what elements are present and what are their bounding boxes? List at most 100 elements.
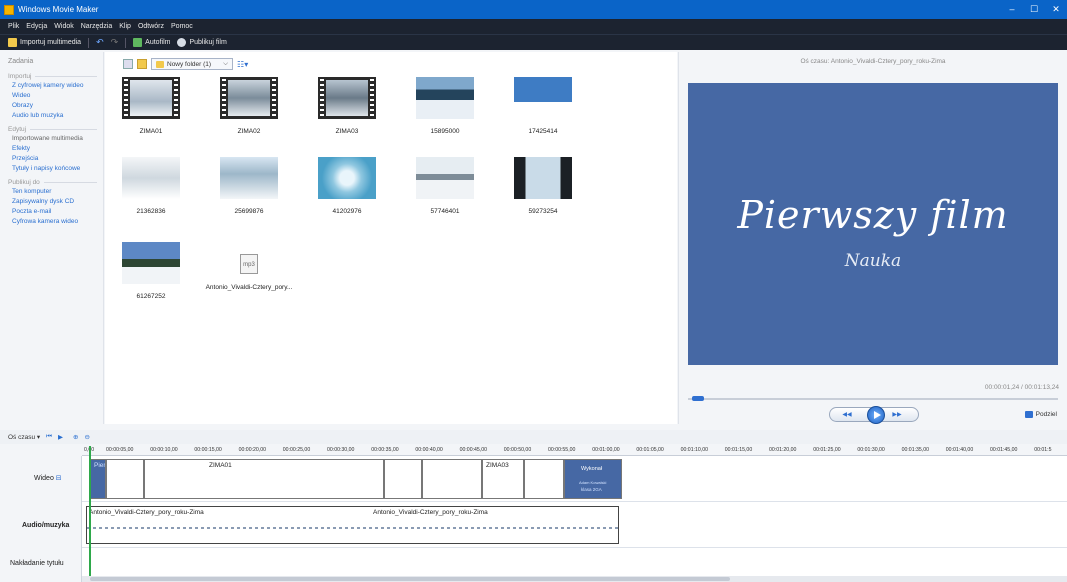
maximize-button[interactable]: ☐	[1023, 4, 1045, 15]
ruler-tick-label: 00:00:45,00	[459, 447, 487, 453]
task-link-dv-camera[interactable]: Cyfrowa kamera wideo	[12, 218, 103, 226]
media-item-label: 21362836	[136, 208, 166, 215]
undo-button[interactable]: ↶	[96, 37, 104, 48]
close-button[interactable]: ✕	[1045, 4, 1067, 15]
task-link-video[interactable]: Wideo	[12, 92, 103, 100]
publish-movie-label: Publikuj film	[189, 39, 227, 46]
rewind-timeline-icon[interactable]: ⏮	[46, 433, 52, 441]
time-ruler[interactable]: 0,0000:00:05,0000:00:10,0000:00:15,0000:…	[82, 446, 1067, 456]
task-link-this-computer[interactable]: Ten komputer	[12, 188, 103, 196]
audio-waveform	[87, 527, 618, 529]
media-item[interactable]: 17425414	[512, 77, 574, 135]
clip-label-3: klasa 2GA	[581, 487, 602, 492]
minimize-button[interactable]: –	[1001, 4, 1023, 15]
menu-file[interactable]: Plik	[8, 23, 19, 30]
title-clip[interactable]: Pier	[90, 459, 106, 499]
collection-pane: Nowy folder (1) ⌵ ☷▾ ZIMA01 ZIMA02 ZIMA0…	[105, 52, 677, 424]
task-link-audio[interactable]: Audio lub muzyka	[12, 112, 103, 120]
media-item[interactable]: 15895000	[414, 77, 476, 135]
ruler-tick-label: 00:00:15,00	[194, 447, 222, 453]
zoom-in-icon[interactable]: ⊕	[73, 433, 78, 441]
media-item[interactable]: mp3 Antonio_Vivaldi-Cztery_pory...	[203, 242, 295, 291]
view-options-icon[interactable]: ☷▾	[237, 60, 248, 69]
playhead[interactable]	[89, 446, 91, 582]
publish-movie-button[interactable]: Publikuj film	[177, 38, 227, 47]
video-clip[interactable]: ZIMA03	[482, 459, 524, 499]
menu-help[interactable]: Pomoc	[171, 23, 193, 30]
track-labels: Wideo ⊟ Audio/muzyka Nakładanie tytułu	[0, 456, 82, 582]
ruler-tick-label: 00:01:25,00	[813, 447, 841, 453]
scrollbar-thumb[interactable]	[90, 577, 730, 581]
task-link-images[interactable]: Obrazy	[12, 102, 103, 110]
split-button[interactable]: Podziel	[1024, 411, 1057, 418]
task-group-publish[interactable]: Publikuj do	[8, 179, 103, 186]
audio-clip-label-2: Antonio_Vivaldi-Cztery_pory_roku-Zima	[373, 509, 488, 516]
menu-play[interactable]: Odtwórz	[138, 23, 164, 30]
expand-icon[interactable]: ⊟	[56, 475, 62, 482]
split-label: Podziel	[1035, 411, 1057, 418]
preview-subtitle-text: Nauka	[844, 251, 902, 271]
clip-thumbnail	[423, 460, 481, 498]
menu-view[interactable]: Widok	[54, 23, 73, 30]
video-clip[interactable]: ZIMA01	[144, 459, 384, 499]
media-item[interactable]: 61267252	[120, 242, 182, 300]
ruler-tick-label: 00:01:35,00	[901, 447, 929, 453]
image-thumbnail	[514, 157, 572, 199]
menu-tools[interactable]: Narzędzia	[81, 23, 113, 30]
media-item[interactable]: 21362836	[120, 157, 182, 215]
image-clip[interactable]	[106, 459, 144, 499]
disc-icon	[177, 38, 187, 47]
collections-icon[interactable]	[137, 59, 147, 69]
task-link-cd[interactable]: Zapisywalny dysk CD	[12, 198, 103, 206]
task-link-email[interactable]: Poczta e-mail	[12, 208, 103, 216]
media-item[interactable]: 59273254	[512, 157, 574, 215]
preview-monitor: Oś czasu: Antonio_Vivaldi-Cztery_pory_ro…	[678, 52, 1067, 424]
title-overlay-track[interactable]	[82, 548, 1067, 578]
menu-edit[interactable]: Edycja	[26, 23, 47, 30]
media-item[interactable]: 25699876	[218, 157, 280, 215]
image-clip[interactable]	[422, 459, 482, 499]
timeline-scrollbar[interactable]	[82, 576, 1067, 582]
collection-toolbar: Nowy folder (1) ⌵ ☷▾	[123, 57, 248, 71]
media-item[interactable]: ZIMA01	[120, 77, 182, 135]
rewind-icon[interactable]: ◀◀	[842, 411, 852, 419]
task-link-transitions[interactable]: Przejścia	[12, 155, 103, 163]
task-link-titles[interactable]: Tytuły i napisy końcowe	[12, 165, 103, 173]
task-link-effects[interactable]: Efekty	[12, 145, 103, 153]
ruler-tick-label: 00:01:00,00	[592, 447, 620, 453]
task-link-imported-media[interactable]: Importowane multimedia	[12, 135, 103, 143]
media-item[interactable]: ZIMA02	[218, 77, 280, 135]
track-label-title-overlay: Nakładanie tytułu	[10, 560, 64, 567]
folder-dropdown[interactable]: Nowy folder (1) ⌵	[151, 58, 234, 70]
play-timeline-icon[interactable]: ▶	[58, 433, 63, 441]
autofilm-button[interactable]: Autofilm	[133, 38, 170, 47]
media-item[interactable]: 57746401	[414, 157, 476, 215]
clip-label: ZIMA03	[486, 462, 509, 469]
image-clip[interactable]	[524, 459, 564, 499]
seek-slider-thumb[interactable]	[691, 396, 704, 401]
media-item[interactable]: ZIMA03	[316, 77, 378, 135]
zoom-out-icon[interactable]: ⊖	[84, 433, 89, 441]
import-media-button[interactable]: Importuj multimedia	[8, 38, 81, 47]
audio-clip[interactable]: Antonio_Vivaldi-Cztery_pory_roku-Zima An…	[86, 506, 619, 544]
ruler-tick-label: 00:01:5	[1034, 447, 1052, 453]
menu-clip[interactable]: Klip	[119, 23, 131, 30]
seek-bar[interactable]	[688, 396, 1058, 401]
clip-label: ZIMA01	[209, 462, 232, 469]
play-button[interactable]	[867, 406, 885, 424]
audio-track[interactable]: Antonio_Vivaldi-Cztery_pory_roku-Zima An…	[82, 502, 1067, 548]
credits-clip[interactable]: Wykonał Adam Kowalski klasa 2GA	[564, 459, 622, 499]
tasks-toggle-icon[interactable]	[123, 59, 133, 69]
task-group-edit[interactable]: Edytuj	[8, 126, 103, 133]
video-track[interactable]: Pier ZIMA01 ZIMA03 Wykonał Adam Kowalski…	[82, 456, 1067, 502]
media-item-label: 59273254	[528, 208, 558, 215]
image-clip[interactable]	[384, 459, 422, 499]
task-link-camera[interactable]: Z cyfrowej kamery wideo	[12, 82, 103, 90]
redo-button[interactable]: ↷	[111, 37, 119, 48]
preview-screen: Pierwszy film Nauka	[688, 83, 1058, 365]
undo-icon: ↶	[96, 37, 104, 47]
task-group-import[interactable]: Importuj	[8, 73, 103, 80]
timeline-mode-dropdown[interactable]: Oś czasu ▾	[8, 433, 40, 441]
forward-icon[interactable]: ▶▶	[892, 411, 902, 419]
media-item[interactable]: 41202976	[316, 157, 378, 215]
